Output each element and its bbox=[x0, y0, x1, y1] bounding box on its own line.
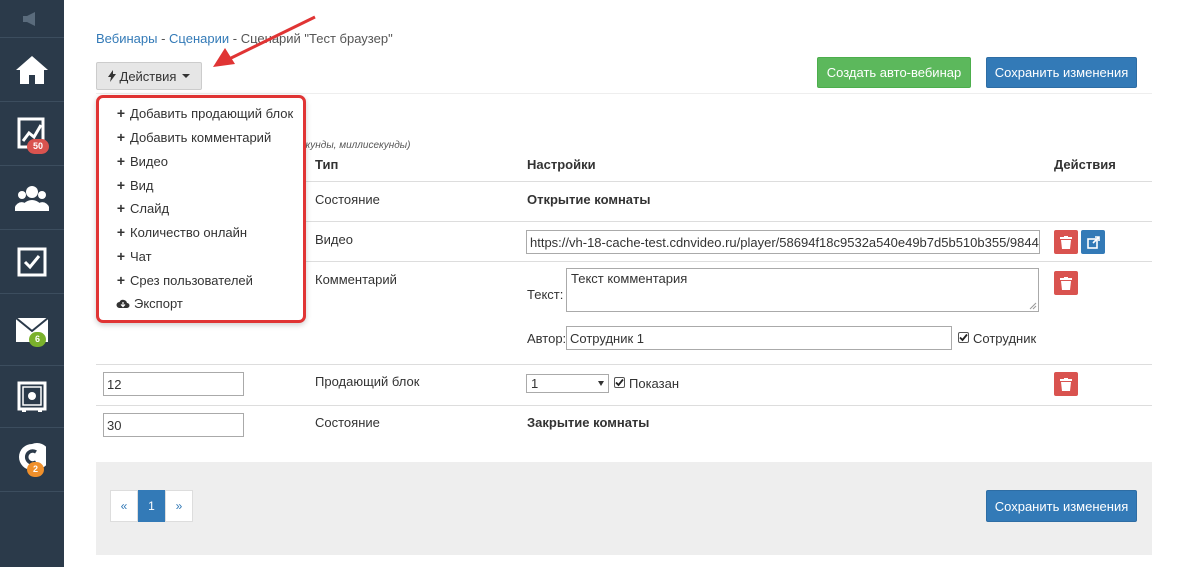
header-actions: Действия bbox=[1054, 157, 1116, 172]
row-type: Продающий блок bbox=[315, 374, 420, 389]
row-type: Видео bbox=[315, 232, 353, 247]
cloud-download-icon bbox=[116, 299, 130, 308]
plus-icon: + bbox=[116, 177, 126, 193]
save-changes-button[interactable]: Сохранить изменения bbox=[986, 57, 1137, 88]
menu-item-label: Срез пользователей bbox=[130, 272, 253, 288]
breadcrumb-separator: - bbox=[161, 31, 166, 46]
sidebar: 50 6 2 bbox=[0, 0, 64, 567]
plus-icon: + bbox=[116, 248, 126, 264]
menu-item-add-sales-block[interactable]: + Добавить продающий блок bbox=[116, 105, 293, 121]
breadcrumb-webinars[interactable]: Вебинары bbox=[96, 31, 157, 46]
menu-item-label: Добавить комментарий bbox=[130, 129, 272, 145]
menu-item-label: Видео bbox=[130, 153, 168, 169]
trash-icon bbox=[1060, 235, 1072, 249]
sales-block-select[interactable]: 1 bbox=[526, 374, 609, 393]
actions-dropdown-button[interactable]: Действия bbox=[96, 62, 202, 90]
actions-label: Действия bbox=[119, 68, 177, 84]
delete-button[interactable] bbox=[1054, 230, 1078, 254]
open-link-button[interactable] bbox=[1081, 230, 1105, 254]
plus-icon: + bbox=[116, 105, 126, 121]
select-value: 1 bbox=[531, 376, 539, 391]
chat-badge: 2 bbox=[27, 462, 45, 477]
save-changes-button-footer[interactable]: Сохранить изменения bbox=[986, 490, 1137, 522]
menu-item-label: Количество онлайн bbox=[130, 224, 248, 240]
shown-checkbox[interactable] bbox=[614, 377, 625, 388]
plus-icon: + bbox=[116, 129, 126, 145]
plus-icon: + bbox=[116, 224, 126, 240]
time-format-note: екунды, миллисекунды) bbox=[300, 140, 411, 151]
menu-item-label: Добавить продающий блок bbox=[130, 105, 294, 121]
menu-item-label: Слайд bbox=[130, 200, 170, 216]
checkmark-icon bbox=[959, 333, 968, 342]
plus-icon: + bbox=[116, 153, 126, 169]
author-input[interactable]: Сотрудник 1 bbox=[566, 326, 952, 350]
plus-icon: + bbox=[116, 272, 126, 288]
row-settings: Закрытие комнаты bbox=[527, 415, 650, 430]
menu-item-label: Экспорт bbox=[134, 296, 183, 311]
checkmark-icon bbox=[615, 378, 624, 387]
delete-button[interactable] bbox=[1054, 271, 1078, 295]
trash-icon bbox=[1060, 377, 1072, 391]
author-label: Автор: bbox=[527, 331, 567, 346]
menu-item-user-slice[interactable]: + Срез пользователей bbox=[116, 272, 253, 288]
bolt-icon bbox=[107, 70, 116, 82]
pagination-prev[interactable]: « bbox=[110, 490, 138, 522]
video-url-input[interactable]: https://vh-18-cache-test.cdnvideo.ru/pla… bbox=[526, 230, 1040, 254]
home-icon bbox=[16, 55, 48, 84]
header-settings: Настройки bbox=[527, 157, 596, 172]
sidebar-toggle[interactable] bbox=[0, 0, 64, 38]
comment-text-label: Текст: bbox=[527, 287, 564, 302]
pagination-next[interactable]: » bbox=[165, 490, 193, 522]
row-divider bbox=[96, 405, 1152, 406]
row-type: Состояние bbox=[315, 415, 380, 430]
header-type: Тип bbox=[315, 157, 339, 172]
menu-item-slide[interactable]: + Слайд bbox=[116, 200, 169, 216]
sidebar-item-safe[interactable] bbox=[0, 366, 64, 428]
divider bbox=[96, 93, 1152, 94]
sidebar-item-chat[interactable]: 2 bbox=[0, 428, 64, 492]
sidebar-item-users[interactable] bbox=[0, 166, 64, 230]
comment-text-value: Текст комментария bbox=[571, 271, 688, 286]
trash-icon bbox=[1060, 276, 1072, 290]
sidebar-item-mail[interactable]: 6 bbox=[0, 294, 64, 366]
menu-item-add-comment[interactable]: + Добавить комментарий bbox=[116, 129, 271, 145]
row-settings: Открытие комнаты bbox=[527, 192, 651, 207]
menu-item-chat[interactable]: + Чат bbox=[116, 248, 152, 264]
time-input[interactable]: 12 bbox=[103, 372, 244, 396]
sidebar-item-tasks[interactable] bbox=[0, 230, 64, 294]
employee-checkbox[interactable] bbox=[958, 332, 969, 343]
menu-item-label: Вид bbox=[130, 177, 154, 193]
pagination: « 1 » bbox=[110, 490, 193, 522]
stats-badge: 50 bbox=[27, 139, 50, 154]
megaphone-icon bbox=[23, 11, 35, 26]
menu-item-label: Чат bbox=[130, 248, 152, 264]
checkbox-icon bbox=[17, 247, 47, 276]
menu-item-export[interactable]: Экспорт bbox=[116, 296, 183, 311]
users-icon bbox=[15, 185, 49, 211]
sidebar-item-home[interactable] bbox=[0, 38, 64, 102]
caret-down-icon bbox=[182, 74, 191, 78]
create-auto-webinar-button[interactable]: Создать авто-вебинар bbox=[817, 57, 971, 88]
row-divider bbox=[96, 364, 1152, 365]
pagination-page[interactable]: 1 bbox=[138, 490, 165, 522]
safe-icon bbox=[17, 381, 47, 412]
plus-icon: + bbox=[116, 200, 126, 216]
comment-textarea[interactable]: Текст комментария bbox=[566, 268, 1039, 312]
resize-grip-icon bbox=[1029, 302, 1037, 310]
caret-down-icon bbox=[598, 381, 604, 386]
mail-badge: 6 bbox=[29, 332, 47, 347]
menu-item-video[interactable]: + Видео bbox=[116, 153, 168, 169]
employee-label: Сотрудник bbox=[973, 331, 1037, 346]
menu-item-view[interactable]: + Вид bbox=[116, 177, 154, 193]
menu-item-online-count[interactable]: + Количество онлайн bbox=[116, 224, 247, 240]
row-type: Состояние bbox=[315, 192, 380, 207]
delete-button[interactable] bbox=[1054, 372, 1078, 396]
shown-label: Показан bbox=[629, 376, 680, 391]
time-input[interactable]: 30 bbox=[103, 413, 244, 437]
sidebar-item-stats[interactable]: 50 bbox=[0, 102, 64, 166]
actions-dropdown-menu: + Добавить продающий блок + Добавить комме… bbox=[96, 95, 306, 323]
row-type: Комментарий bbox=[315, 272, 397, 287]
external-link-icon bbox=[1086, 235, 1100, 249]
annotation-arrow bbox=[213, 15, 316, 67]
